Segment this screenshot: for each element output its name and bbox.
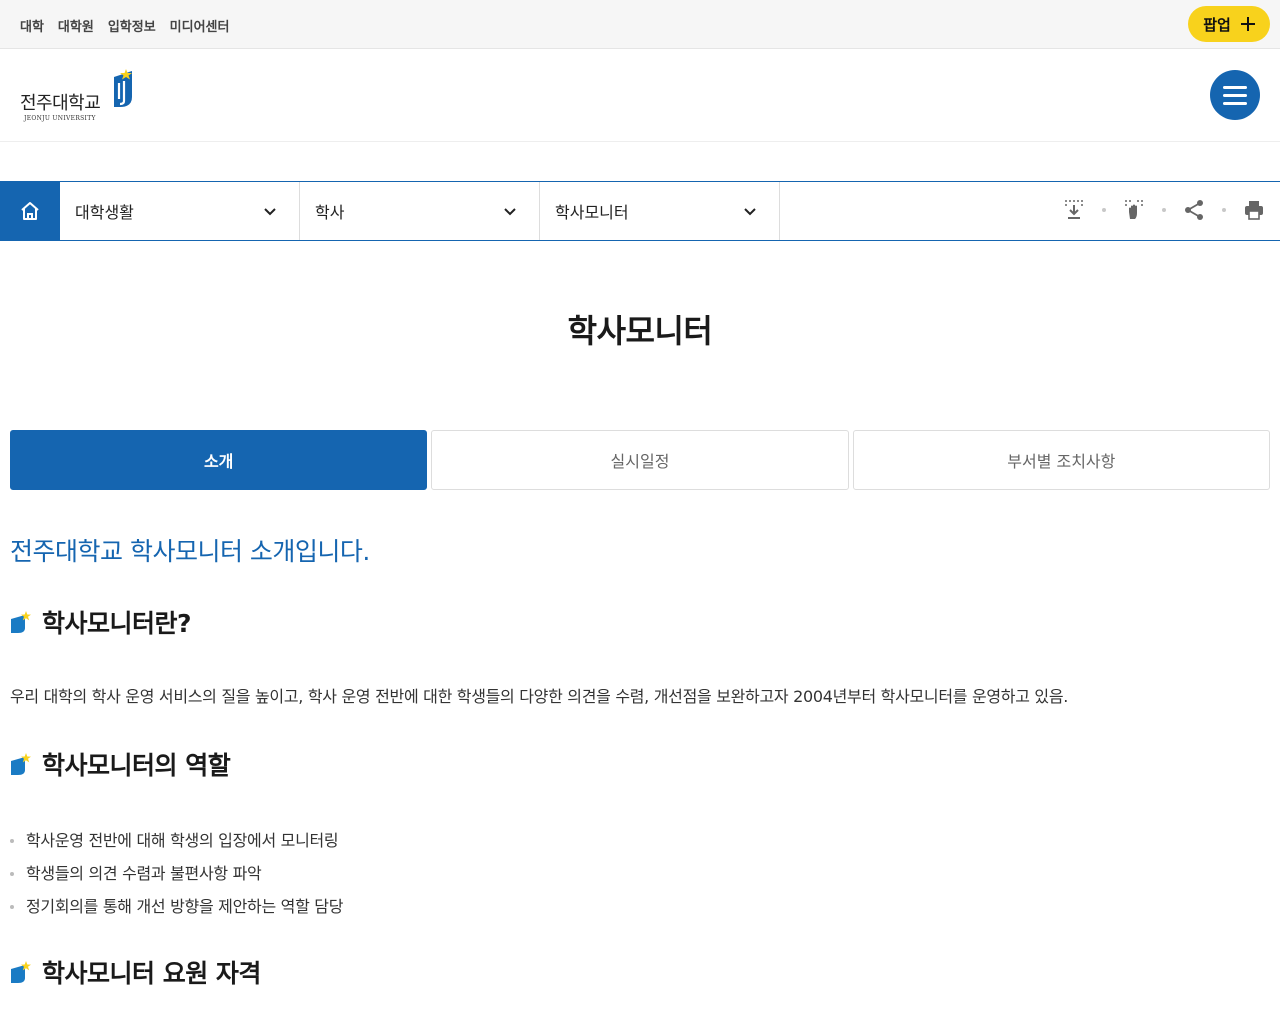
print-button[interactable] [1240, 196, 1268, 224]
logo-subtext: JEONJU UNIVERSITY [24, 115, 96, 122]
location-nav: 대학생활 학사 학사모니터 [0, 181, 1280, 241]
about-paragraph: 우리 대학의 학사 운영 서비스의 질을 높이고, 학사 운영 전반에 대한 학… [10, 687, 1069, 706]
separator-dot [1102, 208, 1106, 212]
braille-button[interactable] [1120, 196, 1148, 224]
popup-button[interactable]: 팝업 [1188, 6, 1270, 42]
share-icon [1185, 200, 1203, 220]
print-icon [1245, 201, 1263, 220]
separator-dot [1162, 208, 1166, 212]
site-header: 전주대학교 JEONJU UNIVERSITY [0, 49, 1280, 142]
section-heading-roles: 학사모니터의 역할 [10, 746, 231, 782]
home-icon [21, 202, 39, 220]
breadcrumb-label: 대학생활 [75, 203, 134, 222]
heading-bullet-icon [11, 961, 31, 983]
section-heading-text: 학사모니터의 역할 [42, 751, 231, 780]
breadcrumb-label: 학사모니터 [555, 203, 629, 222]
section-heading-what-is: 학사모니터란? [10, 604, 192, 640]
list-item: 학사운영 전반에 대해 학생의 입장에서 모니터링 [10, 824, 343, 857]
content-tabs: 소개 실시일정 부서별 조치사항 [10, 430, 1270, 490]
download-button[interactable] [1060, 196, 1088, 224]
breadcrumb-dropdown-2[interactable]: 학사 [300, 182, 540, 240]
heading-bullet-icon [11, 753, 31, 775]
chevron-down-icon [504, 208, 516, 216]
breadcrumb-dropdown-3[interactable]: 학사모니터 [540, 182, 780, 240]
site-link-media[interactable]: 미디어센터 [170, 16, 230, 35]
breadcrumb-label: 학사 [315, 203, 345, 222]
share-button[interactable] [1180, 196, 1208, 224]
braille-hand-icon [1125, 200, 1143, 219]
utility-bar: 대학 대학원 입학정보 미디어센터 팝업 [0, 0, 1280, 49]
logo-mark-icon [114, 69, 132, 107]
page-tools [1060, 196, 1268, 224]
tab-schedule[interactable]: 실시일정 [431, 430, 849, 490]
page-title: 학사모니터 [567, 312, 713, 350]
download-icon [1065, 200, 1083, 219]
menu-line [1223, 101, 1247, 105]
site-link-admission[interactable]: 입학정보 [108, 16, 156, 35]
site-links: 대학 대학원 입학정보 미디어센터 [20, 16, 229, 35]
university-logo[interactable]: 전주대학교 JEONJU UNIVERSITY [20, 67, 140, 125]
intro-heading: 전주대학교 학사모니터 소개입니다. [10, 537, 370, 566]
chevron-down-icon [744, 208, 756, 216]
menu-line [1223, 93, 1247, 97]
heading-bullet-icon [11, 611, 31, 633]
menu-line [1223, 85, 1247, 89]
separator-dot [1222, 208, 1226, 212]
list-item: 정기회의를 통해 개선 방향을 제안하는 역할 담당 [10, 890, 343, 923]
site-link-college[interactable]: 대학 [20, 16, 44, 35]
popup-label: 팝업 [1203, 15, 1231, 34]
list-item: 학생들의 의견 수렴과 불편사항 파악 [10, 857, 343, 890]
section-heading-text: 학사모니터란? [42, 609, 192, 638]
logo-text: 전주대학교 [20, 93, 101, 114]
section-heading-text: 학사모니터 요원 자격 [42, 959, 261, 988]
main-menu-button[interactable] [1210, 70, 1260, 120]
breadcrumb-dropdown-1[interactable]: 대학생활 [60, 182, 300, 240]
plus-icon [1240, 17, 1255, 31]
tab-department-actions[interactable]: 부서별 조치사항 [852, 430, 1270, 490]
roles-list: 학사운영 전반에 대해 학생의 입장에서 모니터링 학생들의 의견 수렴과 불편… [10, 824, 343, 923]
home-button[interactable] [0, 181, 60, 241]
chevron-down-icon [264, 208, 276, 216]
tab-intro[interactable]: 소개 [10, 430, 428, 490]
section-heading-qualifications: 학사모니터 요원 자격 [10, 954, 261, 990]
site-link-graduate[interactable]: 대학원 [58, 16, 94, 35]
